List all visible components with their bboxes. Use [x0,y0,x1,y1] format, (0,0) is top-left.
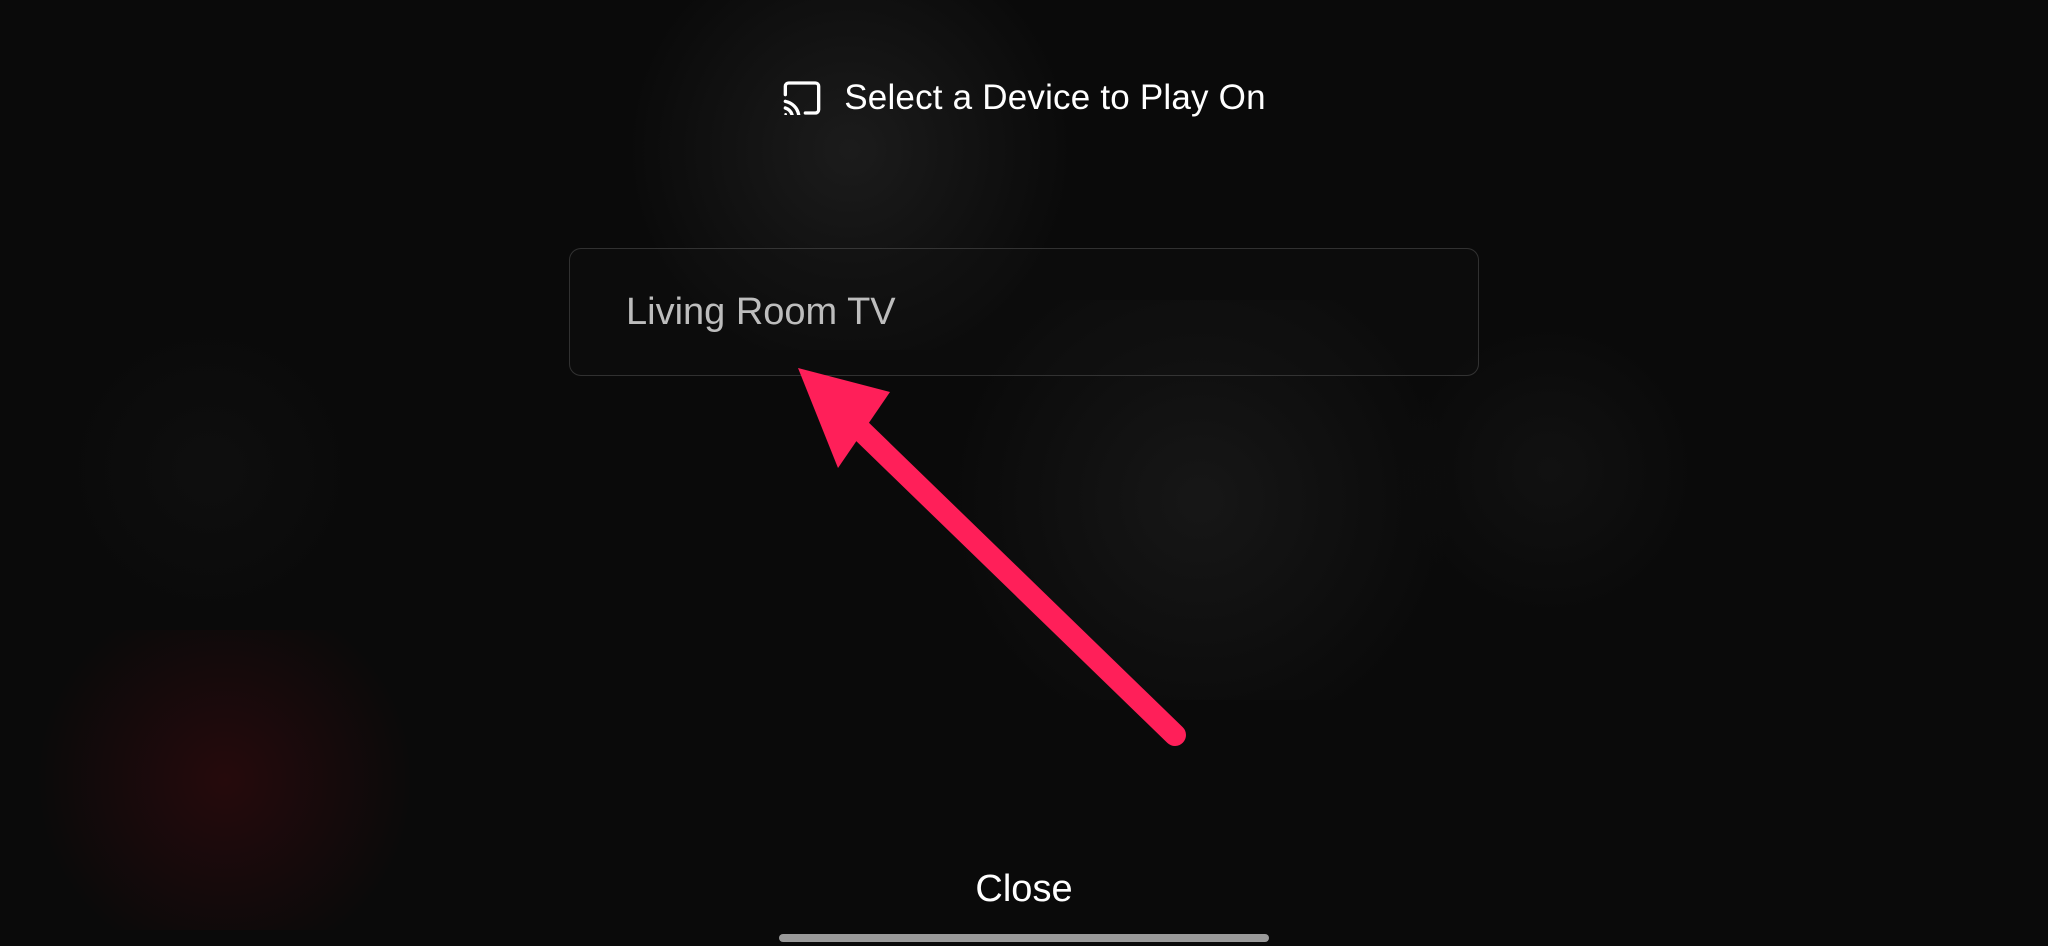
cast-icon [782,81,822,115]
close-button[interactable]: Close [0,848,2048,921]
device-list: Living Room TV [569,248,1479,376]
dialog-title: Select a Device to Play On [844,78,1266,118]
device-selector-overlay: Select a Device to Play On Living Room T… [0,0,2048,946]
device-name-label: Living Room TV [626,291,896,334]
home-indicator[interactable] [779,934,1269,942]
device-item-living-room-tv[interactable]: Living Room TV [569,248,1479,376]
dialog-header: Select a Device to Play On [782,78,1266,118]
